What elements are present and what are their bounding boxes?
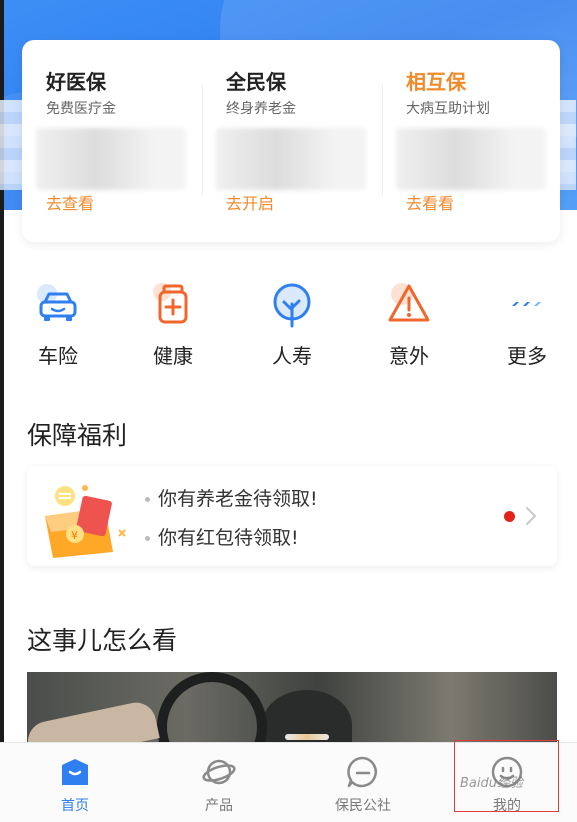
section-title-news: 这事儿怎么看: [27, 626, 178, 655]
home-bag-icon: [62, 759, 88, 785]
benefit-text: 你有红包待领取!: [158, 527, 299, 549]
insurance-name: 相互保: [406, 70, 466, 94]
insurance-item-haoyibao[interactable]: 好医保 免费医疗金 去查看: [22, 40, 202, 242]
category-life[interactable]: 人寿: [247, 282, 337, 372]
section-title-benefits: 保障福利: [27, 421, 128, 450]
notification-dot: [504, 511, 515, 522]
category-label: 更多: [507, 344, 547, 368]
bullet-dot: [145, 536, 150, 541]
watermark: Baidu经验: [460, 776, 523, 791]
tree-icon: [273, 283, 311, 328]
tab-label: 产品: [205, 798, 233, 814]
view-link[interactable]: 去查看: [46, 190, 94, 214]
category-row: 车险 健康 人寿 意外 更多: [0, 282, 577, 372]
more-icon: [512, 302, 541, 306]
insurance-name: 全民保: [226, 70, 286, 94]
insurance-item-xianghubao[interactable]: 相互保 大病互助计划 去看看: [382, 40, 562, 242]
insurance-card: 好医保 免费医疗金 去查看 全民保 终身养老金 去开启 相互保 大病互助计划 去…: [22, 40, 560, 242]
category-label: 人寿: [272, 344, 312, 368]
tab-community[interactable]: 保民公社: [303, 743, 423, 822]
redacted-value: [36, 128, 186, 190]
benefit-redpacket-text: 你有红包待领取!: [145, 523, 299, 550]
category-more[interactable]: 更多: [482, 282, 572, 372]
insurance-desc: 大病互助计划: [406, 101, 490, 117]
look-link[interactable]: 去看看: [406, 190, 454, 214]
category-label: 意外: [389, 344, 429, 368]
red-envelope-gift-icon: ¥: [45, 485, 126, 558]
chevron-right-icon[interactable]: [523, 504, 539, 528]
category-accident[interactable]: 意外: [364, 282, 454, 372]
tab-home[interactable]: 首页: [15, 743, 135, 822]
bullet-dot: [145, 497, 150, 502]
category-label: 健康: [153, 344, 193, 368]
open-link[interactable]: 去开启: [226, 190, 274, 214]
chat-bubble-icon: [347, 756, 377, 788]
insurance-name: 好医保: [46, 70, 106, 94]
redacted-value: [396, 128, 546, 190]
car-icon: [37, 284, 77, 321]
redacted-value: [216, 128, 366, 190]
category-car-insurance[interactable]: 车险: [13, 282, 103, 372]
insurance-desc: 终身养老金: [226, 101, 296, 117]
image-lights: [285, 734, 329, 740]
tab-label: 首页: [61, 798, 89, 814]
benefit-text: 你有养老金待领取!: [158, 488, 318, 510]
planet-icon: [202, 759, 236, 785]
tab-products[interactable]: 产品: [159, 743, 279, 822]
warning-icon: [388, 283, 430, 322]
insurance-item-quanminbao[interactable]: 全民保 终身养老金 去开启: [202, 40, 382, 242]
tab-label: 保民公社: [335, 798, 391, 814]
image-steering-wheel: [157, 672, 267, 752]
benefit-pension-text: 你有养老金待领取!: [145, 484, 318, 511]
medicine-bottle-icon: [153, 283, 188, 324]
category-label: 车险: [38, 344, 78, 368]
svg-text:¥: ¥: [71, 529, 78, 542]
benefits-card[interactable]: ¥ 你有养老金待领取! 你有红包待领取!: [27, 466, 557, 566]
category-health[interactable]: 健康: [128, 282, 218, 372]
insurance-desc: 免费医疗金: [46, 101, 116, 117]
